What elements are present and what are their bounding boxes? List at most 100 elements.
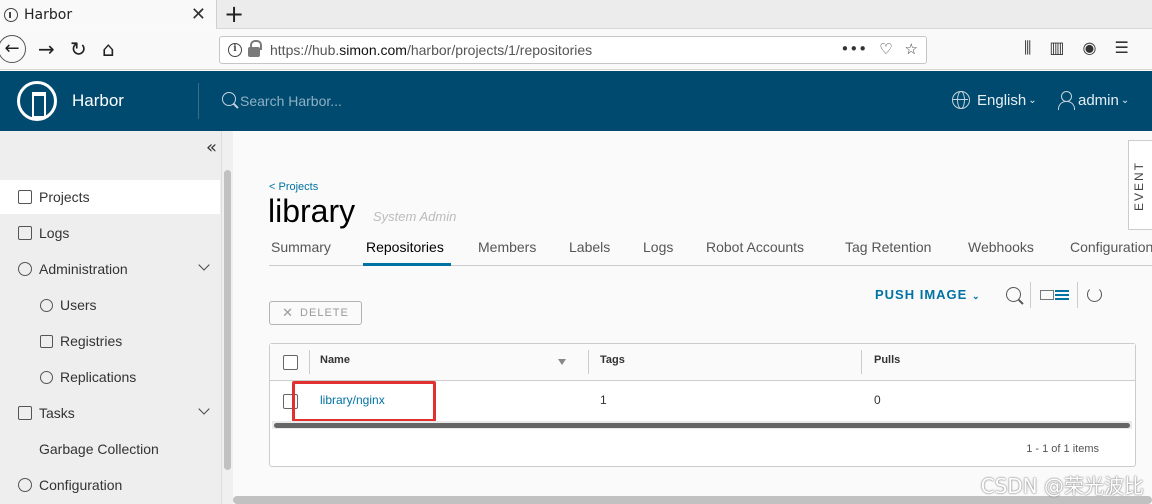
event-panel-tab[interactable]: EVENT [1128,140,1152,230]
lock-icon [248,40,262,57]
bookmark-star-icon[interactable]: ☆ [905,40,918,58]
repositories-table: Name Tags Pulls library/nginx 1 0 1 - 1 … [269,343,1136,467]
info-icon[interactable]: i [228,43,242,57]
sidebar-item-label: Registries [60,333,123,349]
pulls-count: 0 [874,393,881,407]
replications-icon [40,370,53,384]
role-label: System Admin [373,209,457,224]
annotation-highlight-box [292,381,436,422]
column-header-pulls[interactable]: Pulls [874,354,900,366]
browser-tab[interactable]: Harbor ✕ [0,0,217,29]
language-selector[interactable]: English ⌄ [952,91,1037,109]
event-tab-label: EVENT [1132,160,1146,211]
sidebar-item-label: Replications [60,369,137,385]
gear-icon [18,478,32,492]
tab-members[interactable]: Members [478,239,536,255]
harbor-favicon-icon [4,7,18,22]
search-icon[interactable] [1006,287,1021,302]
forward-arrow-icon[interactable]: → [38,38,55,60]
sidebar: « Projects Logs Administration Users Reg… [0,131,222,504]
sidebar-item-garbage-collection[interactable]: Garbage Collection [0,432,220,466]
administration-icon [18,262,32,276]
chevron-down-icon [198,403,210,415]
logs-icon [18,226,32,240]
pagination-summary: 1 - 1 of 1 items [1026,443,1099,455]
tab-labels[interactable]: Labels [569,239,610,255]
page-title: library [268,193,356,229]
url-text[interactable]: https://hub.simon.com/harbor/projects/1/… [270,42,592,58]
sidebar-item-label: Users [60,297,97,313]
reload-icon[interactable]: ↻ [70,38,87,60]
tasks-icon [18,406,32,420]
chevron-down-icon [198,259,210,271]
page-actions-icon[interactable]: ••• [841,40,868,58]
tab-tag-retention[interactable]: Tag Retention [845,239,931,255]
column-header-tags[interactable]: Tags [600,354,625,366]
sidebar-item-logs[interactable]: Logs [0,216,220,250]
tags-count: 1 [600,393,607,407]
projects-icon [18,190,32,204]
close-tab-icon[interactable]: ✕ [191,4,206,25]
back-to-projects-link[interactable]: < Projects [269,181,318,193]
toolbar-divider [1077,282,1078,308]
column-divider [861,350,862,374]
tab-logs[interactable]: Logs [643,239,673,255]
tab-webhooks[interactable]: Webhooks [968,239,1034,255]
delete-label: DELETE [300,307,349,319]
select-all-checkbox[interactable] [283,355,298,370]
sidebar-item-administration[interactable]: Administration [0,252,220,286]
pocket-icon[interactable]: ♡ [879,40,892,58]
collapse-sidebar-icon[interactable]: « [206,137,217,158]
sidebar-item-label: Projects [39,189,90,205]
table-scrollbar-thumb[interactable] [274,423,1130,428]
browser-tabbar: Harbor ✕ + [0,0,1152,29]
refresh-icon[interactable] [1087,287,1102,302]
sidebar-item-replications[interactable]: Replications [0,360,220,394]
user-menu[interactable]: admin ⌄ [1058,91,1129,110]
app-header: Harbor English ⌄ admin ⌄ [0,71,1152,131]
new-tab-button[interactable]: + [224,0,244,28]
sidebar-item-projects[interactable]: Projects [0,180,220,214]
back-arrow-icon[interactable]: ← [0,35,26,63]
menu-icon[interactable]: ☰ [1114,38,1128,58]
sidebar-item-label: Administration [39,261,128,277]
sidebar-item-tasks[interactable]: Tasks [0,396,220,430]
list-view-icon[interactable] [1055,290,1069,300]
browser-navbar: ← → ↻ ⌂ i https://hub.simon.com/harbor/p… [0,30,1152,70]
push-image-button[interactable]: PUSH IMAGE ⌄ [875,287,981,302]
sidebar-scrollbar-thumb[interactable] [224,170,231,470]
active-tab-indicator [363,263,451,266]
user-icon [1058,91,1075,110]
language-label: English [977,91,1027,109]
sidebar-item-users[interactable]: Users [0,288,220,322]
url-bar[interactable]: i https://hub.simon.com/harbor/projects/… [219,36,927,64]
tab-summary[interactable]: Summary [271,239,331,255]
column-header-name[interactable]: Name [320,354,350,366]
account-icon[interactable]: ◉ [1083,38,1097,58]
tab-robot-accounts[interactable]: Robot Accounts [706,239,804,255]
sidebar-item-label: Logs [39,225,70,241]
table-header: Name Tags Pulls [270,344,1135,381]
sidebar-item-registries[interactable]: Registries [0,324,220,358]
toolbar-divider [1030,282,1031,308]
tab-title: Harbor [24,6,73,23]
harbor-logo-icon[interactable] [17,81,57,121]
users-icon [40,298,53,312]
global-search-input[interactable] [240,90,540,112]
card-view-icon[interactable] [1040,290,1054,300]
project-tabs: Summary Repositories Members Labels Logs… [269,236,1152,266]
header-divider [198,83,199,119]
library-icon[interactable]: ⫼ [1024,38,1031,58]
home-icon[interactable]: ⌂ [102,38,115,60]
username-label: admin [1078,91,1119,109]
sidebar-item-configuration[interactable]: Configuration [0,468,220,502]
globe-icon [952,91,970,109]
tab-configuration[interactable]: Configuration [1070,239,1152,255]
delete-button[interactable]: ✕ DELETE [269,301,362,325]
column-divider [588,350,589,374]
sidebar-toggle-icon[interactable]: ▥ [1049,38,1064,58]
view-toggle[interactable] [1040,290,1069,300]
tab-repositories[interactable]: Repositories [366,239,444,255]
brand-name[interactable]: Harbor [72,91,124,111]
filter-icon[interactable] [558,359,566,365]
